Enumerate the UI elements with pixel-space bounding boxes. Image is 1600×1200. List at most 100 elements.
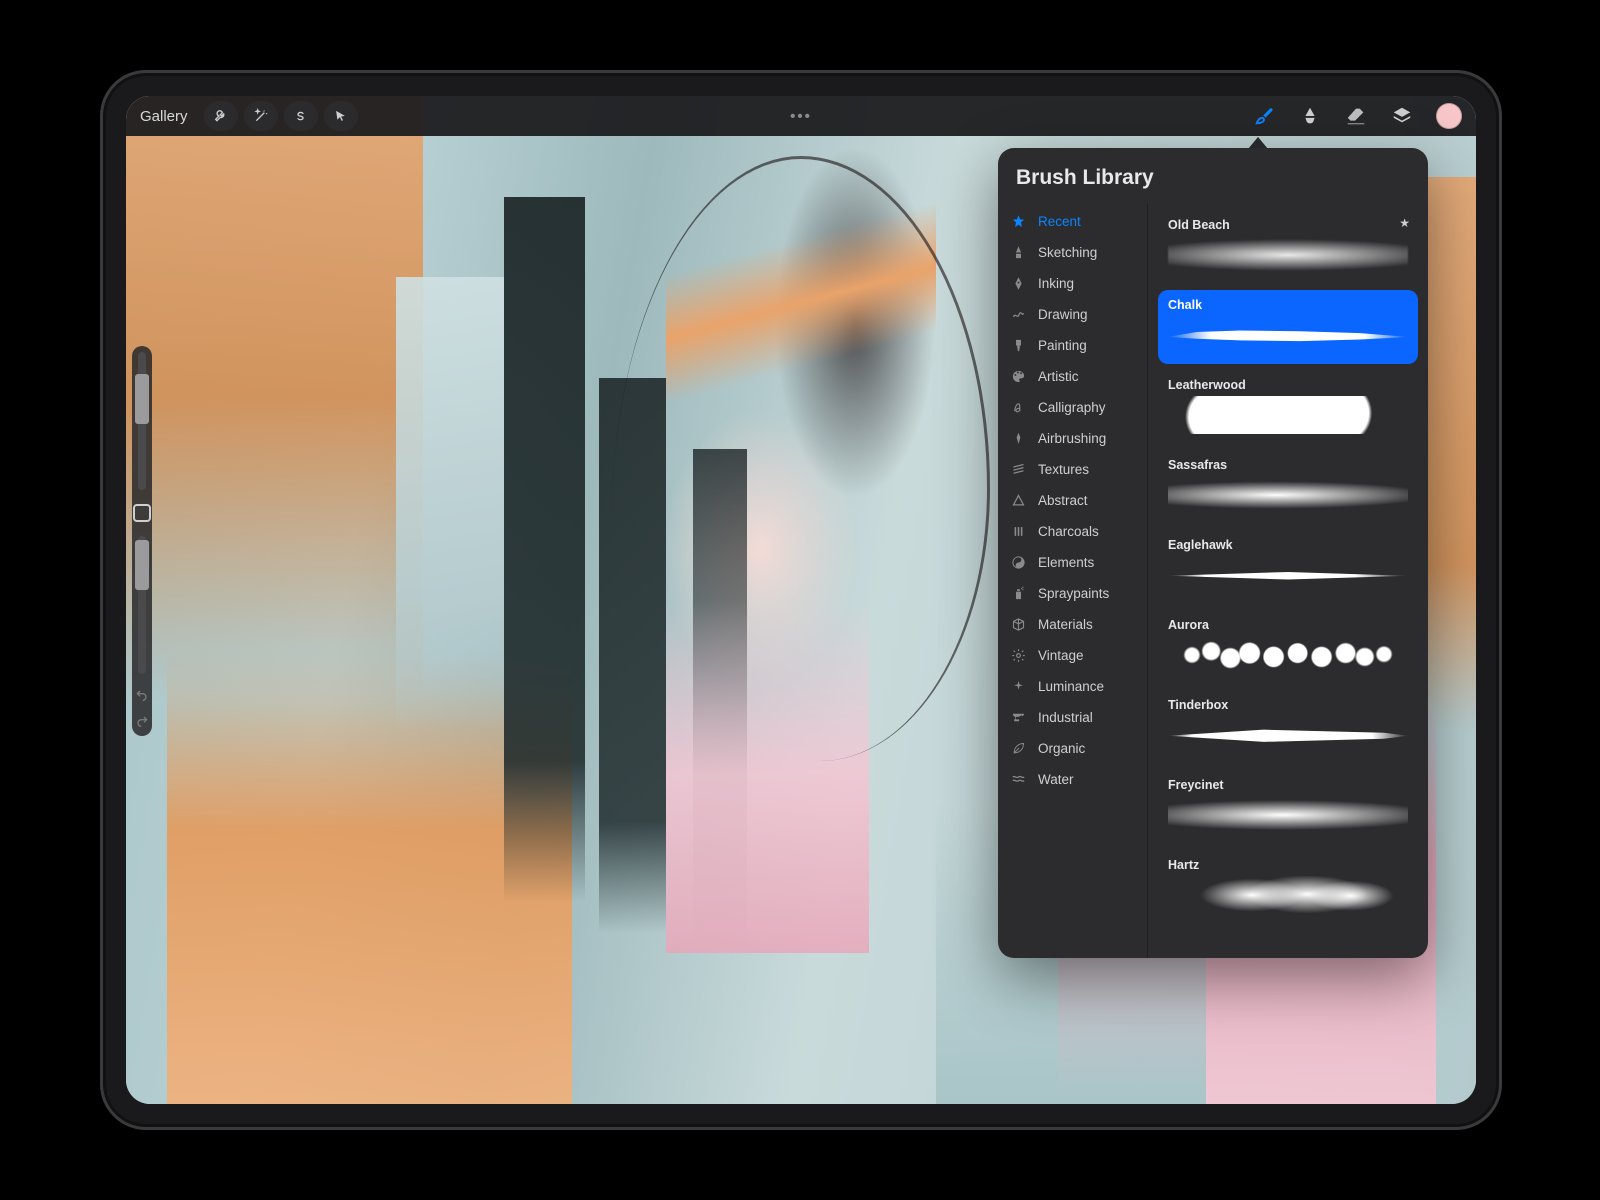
category-label: Water: [1038, 772, 1074, 787]
brush-size-slider[interactable]: [138, 352, 146, 490]
category-elements[interactable]: Elements: [998, 547, 1147, 578]
category-spraypaints[interactable]: Spraypaints: [998, 578, 1147, 609]
brush-name: Tinderbox: [1168, 698, 1408, 712]
side-rail: [132, 346, 152, 736]
category-label: Materials: [1038, 617, 1093, 632]
brush-aurora[interactable]: Aurora: [1158, 610, 1418, 684]
actions-button[interactable]: [204, 101, 238, 131]
squiggle-icon: [1010, 306, 1027, 323]
category-materials[interactable]: Materials: [998, 609, 1147, 640]
category-label: Recent: [1038, 214, 1081, 229]
bars-icon: [1010, 523, 1027, 540]
wrench-icon: [211, 106, 231, 126]
category-charcoals[interactable]: Charcoals: [998, 516, 1147, 547]
transform-button[interactable]: [324, 101, 358, 131]
category-label: Industrial: [1038, 710, 1093, 725]
brush-tool-button[interactable]: [1252, 104, 1276, 128]
category-recent[interactable]: Recent: [998, 206, 1147, 237]
waves-icon: [1010, 771, 1027, 788]
brush-opacity-slider[interactable]: [138, 536, 146, 674]
layers-button[interactable]: [1390, 104, 1414, 128]
category-label: Vintage: [1038, 648, 1084, 663]
category-label: Elements: [1038, 555, 1094, 570]
script-a-icon: [1010, 399, 1027, 416]
brush-freycinet[interactable]: Freycinet: [1158, 770, 1418, 844]
category-painting[interactable]: Painting: [998, 330, 1147, 361]
brush-tinderbox[interactable]: Tinderbox: [1158, 690, 1418, 764]
adjustments-button[interactable]: [244, 101, 278, 131]
brush-preview: [1168, 716, 1408, 754]
brush-preview: [1168, 236, 1408, 274]
brush-name: Leatherwood: [1168, 378, 1408, 392]
undo-button[interactable]: [132, 686, 152, 704]
brush-hartz[interactable]: Hartz: [1158, 850, 1418, 924]
ellipsis-icon[interactable]: •••: [790, 108, 812, 125]
airbrush-icon: [1010, 430, 1027, 447]
category-artistic[interactable]: Artistic: [998, 361, 1147, 392]
category-water[interactable]: Water: [998, 764, 1147, 795]
category-luminance[interactable]: Luminance: [998, 671, 1147, 702]
star-icon: ★: [1399, 216, 1410, 230]
category-label: Luminance: [1038, 679, 1104, 694]
category-drawing[interactable]: Drawing: [998, 299, 1147, 330]
category-sketching[interactable]: Sketching: [998, 237, 1147, 268]
sparkle-icon: [1010, 678, 1027, 695]
s-icon: [291, 106, 311, 126]
gallery-button[interactable]: Gallery: [140, 108, 188, 125]
triangle-icon: [1010, 492, 1027, 509]
brush-size-thumb[interactable]: [135, 374, 149, 424]
color-picker-button[interactable]: [1436, 103, 1462, 129]
brush-preview: [1168, 396, 1408, 434]
category-calligraphy[interactable]: Calligraphy: [998, 392, 1147, 423]
category-inking[interactable]: Inking: [998, 268, 1147, 299]
brush-library-popover: Brush Library Recent Sketching Inking Drawi…: [998, 148, 1428, 958]
brush-chalk[interactable]: Chalk: [1158, 290, 1418, 364]
eraser-tool-button[interactable]: [1344, 104, 1368, 128]
category-label: Airbrushing: [1038, 431, 1106, 446]
cube-icon: [1010, 616, 1027, 633]
category-label: Painting: [1038, 338, 1087, 353]
category-label: Sketching: [1038, 245, 1097, 260]
brush-eaglehawk[interactable]: Eaglehawk: [1158, 530, 1418, 604]
category-list: Recent Sketching Inking Drawing Painting Arti…: [998, 204, 1148, 958]
top-toolbar: Gallery: [126, 96, 1476, 136]
brush-name: Chalk: [1168, 298, 1408, 312]
category-label: Inking: [1038, 276, 1074, 291]
brush-preview: [1168, 476, 1408, 514]
pencil-tip-icon: [1010, 244, 1027, 261]
anvil-icon: [1010, 709, 1027, 726]
brush-name: Sassafras: [1168, 458, 1408, 472]
cursor-icon: [331, 106, 351, 126]
nib-icon: [1010, 275, 1027, 292]
screen: Gallery: [126, 96, 1476, 1104]
brush-name: Eaglehawk: [1168, 538, 1408, 552]
brush-preview: [1168, 316, 1408, 354]
hatch-icon: [1010, 461, 1027, 478]
popover-title: Brush Library: [998, 148, 1428, 204]
wand-icon: [251, 106, 271, 126]
selection-button[interactable]: [284, 101, 318, 131]
modify-button[interactable]: [133, 504, 151, 522]
category-textures[interactable]: Textures: [998, 454, 1147, 485]
brush-leatherwood[interactable]: Leatherwood: [1158, 370, 1418, 444]
category-label: Charcoals: [1038, 524, 1099, 539]
category-airbrushing[interactable]: Airbrushing: [998, 423, 1147, 454]
smudge-tool-button[interactable]: [1298, 104, 1322, 128]
category-vintage[interactable]: Vintage: [998, 640, 1147, 671]
brush-sassafras[interactable]: Sassafras: [1158, 450, 1418, 524]
brush-preview: [1168, 796, 1408, 834]
paintbrush-icon: [1010, 337, 1027, 354]
category-organic[interactable]: Organic: [998, 733, 1147, 764]
category-label: Organic: [1038, 741, 1085, 756]
brush-opacity-thumb[interactable]: [135, 540, 149, 590]
category-industrial[interactable]: Industrial: [998, 702, 1147, 733]
brush-old-beach[interactable]: Old Beach★: [1158, 210, 1418, 284]
leaf-icon: [1010, 740, 1027, 757]
category-label: Artistic: [1038, 369, 1079, 384]
category-label: Drawing: [1038, 307, 1088, 322]
brush-name: Freycinet: [1168, 778, 1408, 792]
category-abstract[interactable]: Abstract: [998, 485, 1147, 516]
redo-button[interactable]: [132, 712, 152, 730]
brush-name: Hartz: [1168, 858, 1408, 872]
palette-icon: [1010, 368, 1027, 385]
